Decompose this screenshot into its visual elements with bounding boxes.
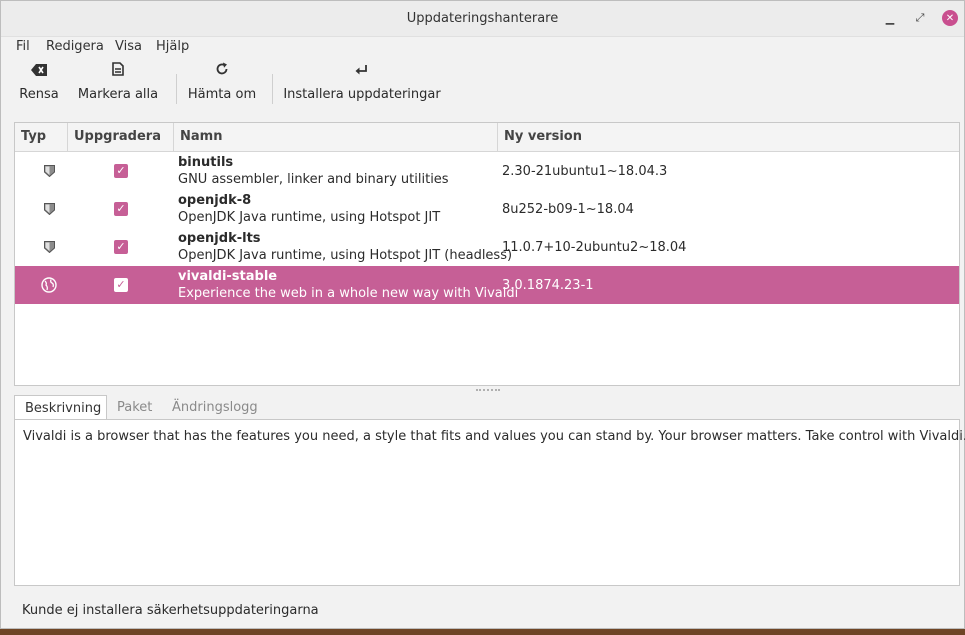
window-title: Uppdateringshanterare — [406, 11, 559, 26]
tab-description[interactable]: Beskrivning — [14, 395, 107, 420]
package-description: Experience the web in a whole new way wi… — [178, 286, 519, 301]
globe-icon — [41, 277, 57, 293]
backspace-icon — [31, 59, 47, 81]
package-version: 8u252-b09-1~18.04 — [502, 202, 634, 217]
package-version: 2.30-21ubuntu1~18.04.3 — [502, 164, 668, 179]
menu-edit[interactable]: Redigera — [46, 39, 104, 54]
toolbar-separator — [176, 74, 177, 104]
table-row[interactable]: ✓ openjdk-lts OpenJDK Java runtime, usin… — [15, 228, 959, 266]
package-description: OpenJDK Java runtime, using Hotspot JIT … — [178, 248, 513, 263]
install-updates-button[interactable]: Installera uppdateringar — [283, 59, 441, 115]
select-all-label: Markera alla — [77, 87, 159, 102]
description-text: Vivaldi is a browser that has the featur… — [23, 429, 965, 444]
refresh-button[interactable]: Hämta om — [187, 59, 257, 115]
refresh-label: Hämta om — [187, 87, 257, 102]
upgrade-checkbox[interactable]: ✓ — [114, 278, 128, 292]
clear-button[interactable]: Rensa — [19, 59, 59, 115]
package-name: openjdk-lts — [178, 231, 261, 246]
package-description: GNU assembler, linker and binary utiliti… — [178, 172, 449, 187]
close-icon[interactable]: ✕ — [942, 10, 958, 26]
column-header-name[interactable]: Namn — [174, 123, 498, 151]
shield-icon — [44, 203, 55, 215]
upgrade-checkbox[interactable]: ✓ — [114, 240, 128, 254]
maximize-icon[interactable]: ⤢ — [912, 10, 928, 26]
menu-view[interactable]: Visa — [115, 39, 142, 54]
table-header: Typ Uppgradera Namn Ny version — [15, 123, 959, 152]
select-all-button[interactable]: Markera alla — [77, 59, 159, 115]
toolbar: Rensa Markera alla Hämta om Installera u… — [1, 59, 964, 115]
refresh-icon — [215, 59, 229, 81]
package-name: openjdk-8 — [178, 193, 252, 208]
table-row[interactable]: ✓ binutils GNU assembler, linker and bin… — [15, 152, 959, 190]
package-name: binutils — [178, 155, 234, 170]
column-header-new-version[interactable]: Ny version — [498, 123, 959, 151]
package-version: 11.0.7+10-2ubuntu2~18.04 — [502, 240, 687, 255]
upgrade-checkbox[interactable]: ✓ — [114, 164, 128, 178]
return-arrow-icon — [355, 59, 369, 81]
table-row[interactable]: ✓ openjdk-8 OpenJDK Java runtime, using … — [15, 190, 959, 228]
status-bar-text: Kunde ej installera säkerhetsuppdatering… — [22, 603, 319, 618]
pane-resize-handle[interactable] — [476, 389, 500, 394]
column-header-upgrade[interactable]: Uppgradera — [68, 123, 174, 151]
clear-label: Rensa — [19, 87, 59, 102]
menu-help[interactable]: Hjälp — [156, 39, 189, 54]
table-row-selected[interactable]: ✓ vivaldi-stable Experience the web in a… — [15, 266, 959, 304]
tab-changelog[interactable]: Ändringslogg — [172, 395, 258, 420]
description-panel: Vivaldi is a browser that has the featur… — [14, 419, 965, 586]
menubar: Fil Redigera Visa Hjälp — [1, 37, 964, 59]
tab-packages[interactable]: Paket — [117, 395, 152, 420]
shield-icon — [44, 165, 55, 177]
updates-table: Typ Uppgradera Namn Ny version ✓ binutil… — [14, 122, 960, 386]
menu-file[interactable]: Fil — [16, 39, 30, 54]
package-description: OpenJDK Java runtime, using Hotspot JIT — [178, 210, 441, 225]
install-updates-label: Installera uppdateringar — [283, 87, 441, 102]
column-header-type[interactable]: Typ — [15, 123, 68, 151]
toolbar-separator — [272, 74, 273, 104]
package-name: vivaldi-stable — [178, 269, 278, 284]
titlebar: Uppdateringshanterare ▁ ⤢ ✕ — [1, 1, 964, 37]
document-icon — [112, 59, 124, 81]
package-version: 3.0.1874.23-1 — [502, 278, 594, 293]
minimize-icon[interactable]: ▁ — [882, 10, 898, 26]
upgrade-checkbox[interactable]: ✓ — [114, 202, 128, 216]
shield-icon — [44, 241, 55, 253]
